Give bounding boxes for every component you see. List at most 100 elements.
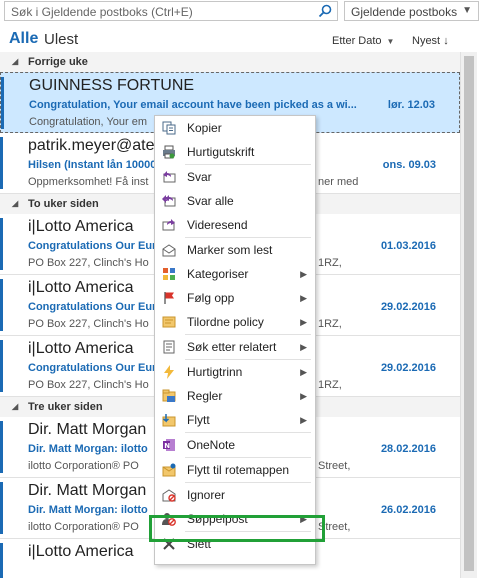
menu-item-label: Kopier: [187, 121, 222, 135]
group-header[interactable]: ◢ Forrige uke: [0, 52, 460, 72]
filter-tab-unread[interactable]: Ulest: [44, 31, 78, 48]
message-preview-text: PO Box 227, Clinch's Ho: [28, 318, 149, 330]
menu-item-label: OneNote: [187, 438, 236, 452]
chevron-down-icon: ▼: [462, 5, 472, 16]
unread-indicator: [0, 543, 3, 578]
menu-item-ignore[interactable]: Ignorer: [155, 483, 315, 507]
sort-order-toggle[interactable]: Nyest ↓: [412, 35, 449, 47]
copy-icon: [161, 120, 177, 136]
unread-indicator: [0, 340, 3, 392]
message-sender: GUINNESS FORTUNE: [29, 77, 195, 94]
highlight-box: [149, 515, 325, 542]
message-sender: Dir. Matt Morgan: [28, 482, 147, 499]
message-preview-text: PO Box 227, Clinch's Ho: [28, 257, 149, 269]
mark-read-icon: [161, 242, 177, 258]
collapse-triangle-icon[interactable]: ◢: [12, 402, 18, 411]
message-date: lør. 12.03: [387, 99, 435, 111]
message-preview: ilotto Corporation® PO Street,: [28, 460, 350, 472]
menu-item-label: Flytt: [187, 413, 210, 427]
collapse-triangle-icon[interactable]: ◢: [12, 199, 18, 208]
menu-item-label: Svar: [187, 170, 212, 184]
menu-item-label: Ignorer: [187, 488, 226, 502]
menu-item-onenote[interactable]: N OneNote: [155, 433, 315, 457]
message-sender: Dir. Matt Morgan: [28, 421, 147, 438]
search-input[interactable]: Søk i Gjeldende postboks (Ctrl+E): [4, 1, 338, 21]
message-sender: i|Lotto America: [28, 218, 134, 235]
message-sender: i|Lotto America: [28, 279, 134, 296]
menu-item-copy[interactable]: Kopier: [155, 116, 315, 140]
message-preview-tail: 1RZ,: [318, 379, 342, 391]
menu-item-categorize[interactable]: Kategoriser ▶: [155, 262, 315, 286]
submenu-arrow-icon: ▶: [300, 342, 307, 352]
submenu-arrow-icon: ▶: [300, 367, 307, 377]
ignore-icon: [161, 487, 177, 503]
scrollbar[interactable]: [460, 52, 477, 578]
scrollbar-thumb[interactable]: [464, 56, 474, 571]
find-related-icon: [161, 339, 177, 355]
menu-item-find-related[interactable]: Søk etter relatert ▶: [155, 335, 315, 359]
context-menu: Kopier Hurtigutskrift Svar Svar alle Vid…: [154, 115, 316, 565]
submenu-arrow-icon: ▶: [300, 293, 307, 303]
menu-item-quick-print[interactable]: Hurtigutskrift: [155, 140, 315, 164]
reply-all-icon: [161, 193, 177, 209]
menu-item-move[interactable]: Flytt ▶: [155, 408, 315, 432]
unread-indicator: [1, 77, 4, 129]
menu-item-follow-up[interactable]: Følg opp ▶: [155, 286, 315, 310]
menu-item-reply-all[interactable]: Svar alle: [155, 189, 315, 213]
chevron-down-icon: ▼: [386, 37, 395, 46]
menu-item-assign-policy[interactable]: Tilordne policy ▶: [155, 310, 315, 334]
unread-indicator: [0, 218, 3, 270]
search-scope-dropdown[interactable]: Gjeldende postboks ▼: [344, 1, 479, 21]
message-preview-tail: 1RZ,: [318, 318, 342, 330]
sort-by-label: Etter Dato: [332, 35, 382, 47]
message-date: 29.02.2016: [380, 301, 436, 313]
unread-indicator: [0, 279, 3, 331]
menu-item-label: Regler: [187, 389, 223, 403]
flag-icon: [161, 290, 177, 306]
menu-item-label: Følg opp: [187, 291, 235, 305]
unread-indicator: [0, 421, 3, 473]
message-preview-text: ilotto Corporation® PO: [28, 521, 139, 533]
message-preview: PO Box 227, Clinch's Ho 1RZ,: [28, 379, 342, 391]
group-label: To uker siden: [28, 198, 99, 210]
search-scope-label: Gjeldende postboks: [351, 5, 458, 19]
menu-item-forward[interactable]: Videresend: [155, 213, 315, 237]
message-date: 26.02.2016: [380, 504, 436, 516]
submenu-arrow-icon: ▶: [300, 391, 307, 401]
submenu-arrow-icon: ▶: [300, 269, 307, 279]
search-icon[interactable]: [314, 2, 336, 20]
menu-item-move-to-clutter[interactable]: Flytt til rotemappen: [155, 458, 315, 482]
collapse-triangle-icon[interactable]: ◢: [12, 57, 18, 66]
menu-item-label: Flytt til rotemappen: [187, 463, 290, 477]
reply-icon: [161, 169, 177, 185]
menu-item-label: Tilordne policy: [187, 315, 264, 329]
message-preview: Oppmerksomhet! Få inst ner med: [28, 176, 358, 188]
message-sender: patrik.meyer@atelie: [28, 137, 171, 154]
menu-item-quick-steps[interactable]: Hurtigtrinn ▶: [155, 360, 315, 384]
message-sender: i|Lotto America: [28, 340, 134, 357]
menu-item-label: Kategoriser: [187, 267, 249, 281]
menu-item-label: Svar alle: [187, 194, 234, 208]
message-date: 29.02.2016: [380, 362, 436, 374]
sort-by-dropdown[interactable]: Etter Dato ▼: [332, 35, 394, 47]
sort-order-label: Nyest: [412, 35, 441, 47]
menu-item-label: Søk etter relatert: [187, 340, 277, 354]
quick-steps-icon: [161, 364, 177, 380]
message-date: 28.02.2016: [380, 443, 436, 455]
menu-item-rules[interactable]: Regler ▶: [155, 384, 315, 408]
menu-item-mark-read[interactable]: Marker som lest: [155, 238, 315, 262]
move-icon: [161, 412, 177, 428]
menu-item-reply[interactable]: Svar: [155, 165, 315, 189]
onenote-icon: N: [161, 437, 177, 453]
rules-icon: [161, 388, 177, 404]
message-preview-tail: Street,: [318, 460, 351, 472]
message-preview: PO Box 227, Clinch's Ho 1RZ,: [28, 318, 342, 330]
arrow-down-icon: ↓: [443, 35, 449, 47]
filter-tab-all[interactable]: Alle: [9, 30, 38, 48]
clutter-icon: [161, 462, 177, 478]
menu-item-label: Marker som lest: [187, 243, 273, 257]
message-preview: PO Box 227, Clinch's Ho 1RZ,: [28, 257, 342, 269]
menu-item-label: Videresend: [187, 218, 248, 232]
forward-icon: [161, 217, 177, 233]
search-bar: Søk i Gjeldende postboks (Ctrl+E) Gjelde…: [0, 0, 485, 22]
